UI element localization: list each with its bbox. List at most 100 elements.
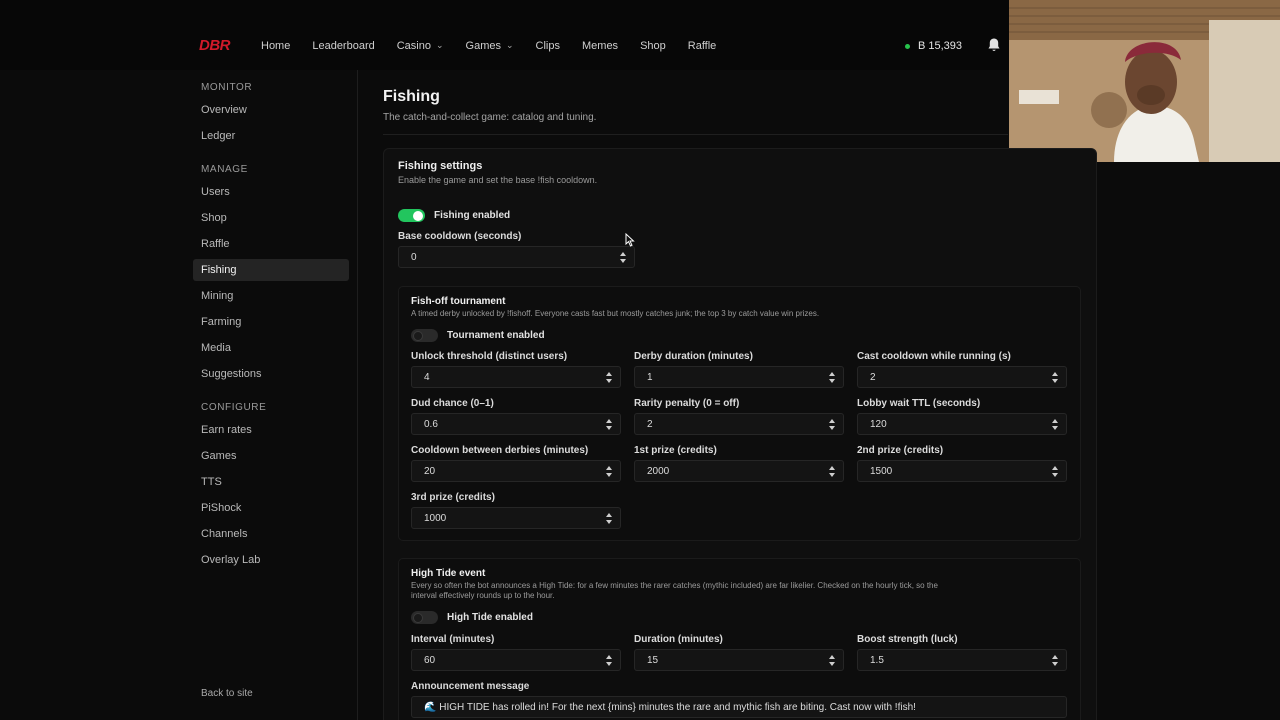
nav-games[interactable]: Games ⌄ <box>466 39 514 53</box>
high-tide-subtitle-2: interval effectively rounds up to the ho… <box>411 591 555 600</box>
sidebar-item-fishing[interactable]: Fishing <box>193 259 349 281</box>
sidebar-item-earn-rates[interactable]: Earn rates <box>193 419 349 441</box>
base-cooldown-label: Base cooldown (seconds) <box>398 231 522 242</box>
nav-casino[interactable]: Casino ⌄ <box>397 39 444 53</box>
dud-chance-input[interactable]: 0.6 <box>411 413 621 435</box>
tournament-enabled-label: Tournament enabled <box>447 330 545 341</box>
cast-cooldown-label: Cast cooldown while running (s) <box>857 351 1011 362</box>
spinner-icon[interactable] <box>1052 419 1058 430</box>
nav-shop[interactable]: Shop <box>640 40 666 52</box>
nav-home[interactable]: Home <box>261 40 290 52</box>
spinner-icon[interactable] <box>829 372 835 383</box>
duration-input[interactable]: 15 <box>634 649 844 671</box>
sidebar-item-games[interactable]: Games <box>193 445 349 467</box>
chevron-down-icon: ⌄ <box>506 39 514 50</box>
webcam-overlay <box>1009 0 1280 162</box>
settings-title: Fishing settings <box>398 160 483 172</box>
interval-input[interactable]: 60 <box>411 649 621 671</box>
high-tide-enabled-label: High Tide enabled <box>447 612 533 623</box>
base-cooldown-input[interactable]: 0 <box>398 246 635 268</box>
page-subtitle: The catch-and-collect game: catalog and … <box>383 112 597 123</box>
dud-chance-label: Dud chance (0–1) <box>411 398 494 409</box>
high-tide-enabled-toggle[interactable] <box>411 611 438 624</box>
spinner-icon[interactable] <box>829 655 835 666</box>
toggle-knob <box>413 612 423 623</box>
sidebar-item-ledger[interactable]: Ledger <box>193 125 349 147</box>
divider <box>383 134 1008 135</box>
spinner-icon[interactable] <box>829 419 835 430</box>
cooldown-between-derbies-input[interactable]: 20 <box>411 460 621 482</box>
page-title: Fishing <box>383 88 440 105</box>
nav-leaderboard[interactable]: Leaderboard <box>312 40 374 52</box>
back-to-site-link[interactable]: Back to site <box>201 688 253 699</box>
nav-clips[interactable]: Clips <box>536 40 560 52</box>
sidebar-item-tts[interactable]: TTS <box>193 471 349 493</box>
nav-raffle[interactable]: Raffle <box>688 40 717 52</box>
second-prize-input[interactable]: 1500 <box>857 460 1067 482</box>
boost-strength-label: Boost strength (luck) <box>857 634 958 645</box>
tournament-enabled-toggle[interactable] <box>411 329 438 342</box>
section-heading-configure: CONFIGURE <box>201 402 267 413</box>
announcement-message-label: Announcement message <box>411 681 530 692</box>
spinner-icon[interactable] <box>606 466 612 477</box>
main-nav: Home Leaderboard Casino ⌄ Games ⌄ Clips Me… <box>261 39 738 53</box>
derby-duration-label: Derby duration (minutes) <box>634 351 753 362</box>
unlock-threshold-input[interactable]: 4 <box>411 366 621 388</box>
second-prize-label: 2nd prize (credits) <box>857 445 944 456</box>
spinner-icon[interactable] <box>1052 466 1058 477</box>
spinner-icon[interactable] <box>606 419 612 430</box>
cast-cooldown-input[interactable]: 2 <box>857 366 1067 388</box>
chevron-down-icon: ⌄ <box>435 39 444 50</box>
admin-sidebar <box>0 70 358 720</box>
rarity-penalty-label: Rarity penalty (0 = off) <box>634 398 740 409</box>
sidebar-item-overlay-lab[interactable]: Overlay Lab <box>193 549 349 571</box>
sidebar-item-shop[interactable]: Shop <box>193 207 349 229</box>
tournament-title: Fish-off tournament <box>411 296 506 307</box>
credit-balance[interactable]: B 15,393 <box>905 38 962 54</box>
spinner-icon[interactable] <box>606 513 612 524</box>
sidebar-item-users[interactable]: Users <box>193 181 349 203</box>
fishing-enabled-toggle[interactable] <box>398 209 425 222</box>
duration-label: Duration (minutes) <box>634 634 723 645</box>
cooldown-between-derbies-label: Cooldown between derbies (minutes) <box>411 445 589 456</box>
section-heading-monitor: MONITOR <box>201 82 253 93</box>
settings-subtitle: Enable the game and set the base !fish c… <box>398 175 598 185</box>
sidebar-item-overview[interactable]: Overview <box>193 99 349 121</box>
spinner-icon[interactable] <box>606 655 612 666</box>
nav-memes[interactable]: Memes <box>582 40 618 52</box>
sidebar-item-suggestions[interactable]: Suggestions <box>193 363 349 385</box>
sidebar-item-channels[interactable]: Channels <box>193 523 349 545</box>
boost-strength-input[interactable]: 1.5 <box>857 649 1067 671</box>
rarity-penalty-input[interactable]: 2 <box>634 413 844 435</box>
interval-label: Interval (minutes) <box>411 634 495 645</box>
toggle-knob <box>413 210 423 221</box>
brand-logo[interactable]: DBR <box>199 37 231 54</box>
fishing-enabled-label: Fishing enabled <box>434 210 511 221</box>
spinner-icon[interactable] <box>1052 655 1058 666</box>
sidebar-item-raffle[interactable]: Raffle <box>193 233 349 255</box>
first-prize-input[interactable]: 2000 <box>634 460 844 482</box>
spinner-icon[interactable] <box>1052 372 1058 383</box>
sidebar-item-farming[interactable]: Farming <box>193 311 349 333</box>
spinner-icon[interactable] <box>606 372 612 383</box>
third-prize-input[interactable]: 1000 <box>411 507 621 529</box>
tournament-subtitle: A timed derby unlocked by !fishoff. Ever… <box>411 309 820 318</box>
sidebar-item-media[interactable]: Media <box>193 337 349 359</box>
sidebar-item-mining[interactable]: Mining <box>193 285 349 307</box>
announcement-message-input[interactable]: 🌊 HIGH TIDE has rolled in! For the next … <box>411 696 1067 718</box>
first-prize-label: 1st prize (credits) <box>634 445 717 456</box>
spinner-icon[interactable] <box>620 252 626 263</box>
unlock-threshold-label: Unlock threshold (distinct users) <box>411 351 568 362</box>
high-tide-title: High Tide event <box>411 568 486 579</box>
derby-duration-input[interactable]: 1 <box>634 366 844 388</box>
toggle-knob <box>413 330 423 341</box>
status-dot <box>905 43 910 49</box>
lobby-wait-label: Lobby wait TTL (seconds) <box>857 398 981 409</box>
sidebar-item-pishock[interactable]: PiShock <box>193 497 349 519</box>
spinner-icon[interactable] <box>829 466 835 477</box>
lobby-wait-input[interactable]: 120 <box>857 413 1067 435</box>
mouse-cursor-icon <box>625 233 635 247</box>
bell-icon[interactable] <box>987 37 1001 53</box>
third-prize-label: 3rd prize (credits) <box>411 492 495 503</box>
section-heading-manage: MANAGE <box>201 164 248 175</box>
